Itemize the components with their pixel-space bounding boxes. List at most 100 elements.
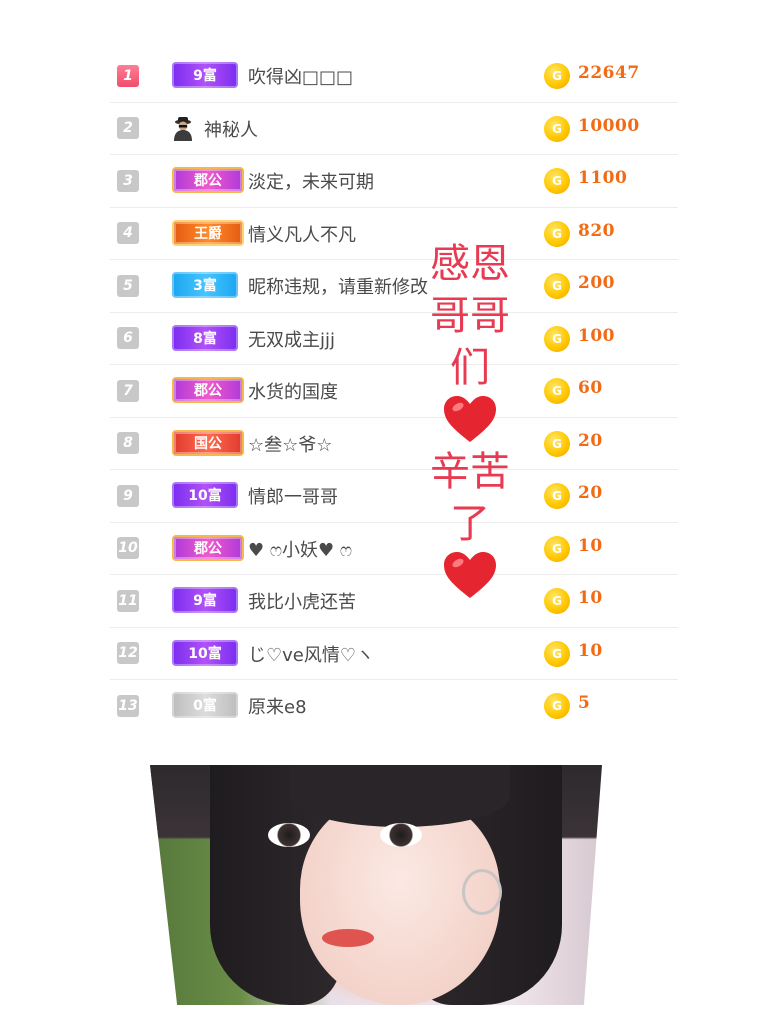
ranking-row[interactable]: 8 国公 ☆叁☆爷☆ G 20 [110,418,678,470]
rank-number: 11 [117,589,139,612]
selfie-photo [150,765,602,1005]
gift-amount: 200 [578,273,615,293]
coin-icon: G [544,588,570,614]
ranking-row[interactable]: 9 10富 情郎一哥哥 G 20 [110,470,678,523]
coin-glyph: G [552,331,562,346]
overlay-line-5: 了 [450,501,490,547]
rank-number: 9 [117,484,139,507]
mystery-person-icon [172,116,194,141]
coin-glyph: G [552,699,562,713]
coin-icon: G [544,430,570,457]
coin-icon: G [544,693,570,719]
heart-icon [415,550,525,602]
gift-amount: 22647 [578,63,640,83]
user-nickname[interactable]: 神秘人 [204,116,258,142]
coin-glyph: G [552,436,562,451]
overlay-line-2: 哥哥 [430,293,510,339]
level-badge: 10富 [172,639,238,666]
mouth [322,929,374,947]
gift-amount: 20 [578,430,603,451]
user-nickname[interactable]: 吹得凶□□□ [248,63,353,89]
ranking-row[interactable]: 13 0富 原来e8 G 5 [110,680,678,732]
earring [462,869,502,915]
coin-icon: G [544,63,570,89]
user-nickname[interactable]: ☆叁☆爷☆ [248,431,332,457]
rank-number: 3 [117,169,139,192]
rank-number: 13 [117,694,139,717]
rank-number: 4 [117,222,139,245]
coin-icon: G [544,640,570,667]
hair-bangs [290,765,510,827]
coin-glyph: G [552,489,562,503]
coin-glyph: G [552,279,562,293]
rank-number: 2 [117,117,139,140]
ranking-row[interactable]: 4 王爵 情义凡人不凡 G 820 [110,208,678,260]
gift-amount: 10 [578,535,603,556]
rank-number: 8 [117,432,139,455]
coin-glyph: G [552,646,562,661]
coin-icon: G [544,483,570,509]
coin-icon: G [544,273,570,299]
gift-amount: 10000 [578,115,640,136]
user-nickname[interactable]: 情义凡人不凡 [248,221,356,247]
gift-amount: 1100 [578,168,628,188]
level-badge: 8富 [172,324,238,351]
level-badge: 王爵 [172,219,244,246]
coin-icon: G [544,220,570,247]
coin-icon: G [544,378,570,404]
user-nickname[interactable]: 淡定，未来可期 [248,168,374,194]
coin-glyph: G [552,541,562,556]
gift-amount: 20 [578,483,603,503]
rank-number: 7 [117,379,139,402]
ranking-row[interactable]: 10 郡公 ♥ ෆ小妖♥ ෆ G 10 [110,523,678,575]
coin-glyph: G [552,594,562,608]
gift-amount: 100 [578,325,615,346]
gift-amount: 10 [578,588,603,608]
level-badge: 9富 [172,62,238,88]
ranking-row[interactable]: 3 郡公 淡定，未来可期 G 1100 [110,155,678,208]
eye-right [380,823,422,847]
gift-amount: 5 [578,693,591,713]
gift-ranking-list: 1 9富 吹得凶□□□ G 22647 2 神秘人 G 10000 3 郡公 淡定，未来可期 G 1100… [110,50,678,732]
thanks-overlay: 感恩 哥哥 们 辛苦 了 [415,238,525,602]
level-badge: 9富 [172,587,238,613]
user-nickname[interactable]: 情郎一哥哥 [248,483,338,509]
user-nickname[interactable]: じ♡ve风情♡ヽ [248,641,374,667]
coin-glyph: G [552,121,562,136]
rank-number: 1 [117,64,139,87]
level-badge: 10富 [172,482,238,508]
coin-icon: G [544,325,570,352]
user-nickname[interactable]: 昵称违规，请重新修改 [248,273,428,299]
rank-number: 6 [117,327,139,350]
user-nickname[interactable]: ♥ ෆ小妖♥ ෆ [248,536,352,562]
user-nickname[interactable]: 水货的国度 [248,378,338,404]
coin-glyph: G [552,384,562,398]
ranking-row[interactable]: 12 10富 じ♡ve风情♡ヽ G 10 [110,628,678,680]
level-badge: 郡公 [172,377,244,403]
coin-icon: G [544,535,570,562]
coin-glyph: G [552,226,562,241]
ranking-row[interactable]: 1 9富 吹得凶□□□ G 22647 [110,50,678,103]
user-nickname[interactable]: 我比小虎还苦 [248,588,356,614]
coin-glyph: G [552,69,562,83]
coin-icon: G [544,115,570,142]
overlay-line-1: 感恩 [430,241,510,287]
gift-amount: 60 [578,378,603,398]
rank-number: 10 [117,537,139,560]
coin-glyph: G [552,174,562,188]
gift-amount: 820 [578,220,615,241]
user-nickname[interactable]: 原来e8 [248,693,307,719]
level-badge: 郡公 [172,534,244,561]
coin-icon: G [544,168,570,194]
eye-left [268,823,310,847]
ranking-row[interactable]: 11 9富 我比小虎还苦 G 10 [110,575,678,628]
level-badge: 郡公 [172,167,244,193]
ranking-row[interactable]: 2 神秘人 G 10000 [110,103,678,155]
user-nickname[interactable]: 无双成主jjj [248,326,335,352]
heart-icon [415,394,525,446]
ranking-row[interactable]: 5 3富 昵称违规，请重新修改 G 200 [110,260,678,313]
gift-amount: 10 [578,640,603,661]
ranking-row[interactable]: 6 8富 无双成主jjj G 100 [110,313,678,365]
ranking-row[interactable]: 7 郡公 水货的国度 G 60 [110,365,678,418]
level-badge: 国公 [172,429,244,456]
